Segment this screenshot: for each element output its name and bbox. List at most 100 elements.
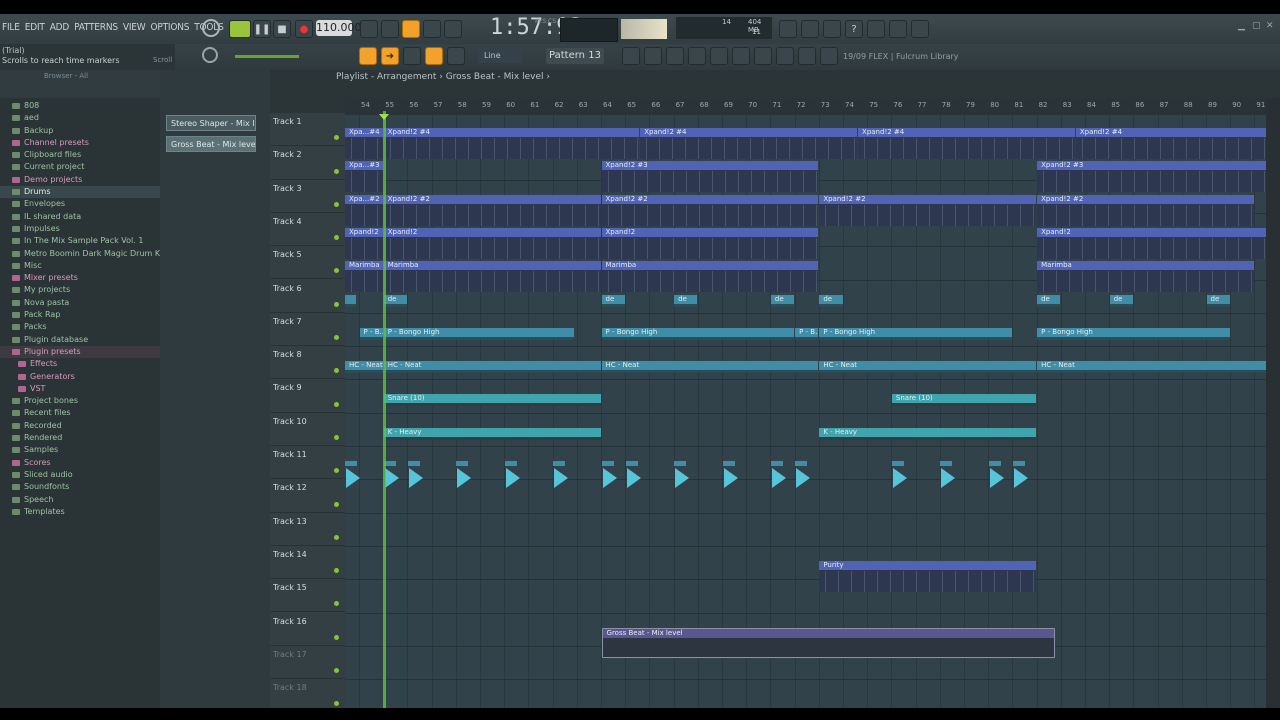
playlist-clip[interactable]: P - Bongo High [819, 327, 1012, 340]
playlist-clip[interactable]: de [383, 294, 407, 307]
playlist-clip[interactable]: P - B... [359, 327, 383, 340]
track-header[interactable]: Track 3 [270, 180, 345, 213]
trigger-play-icon[interactable] [675, 468, 690, 488]
browser-item[interactable]: Current project [0, 161, 160, 173]
pause-icon[interactable]: ❚❚ [253, 20, 271, 38]
track-mute-led-icon[interactable] [334, 468, 339, 474]
track-mute-led-icon[interactable] [334, 168, 339, 174]
playlist-clip[interactable]: Marimba [601, 261, 819, 293]
playlist-clip[interactable]: Xpa...#2 [345, 194, 383, 226]
browser-item[interactable]: Envelopes [0, 198, 160, 210]
playlist-clip[interactable]: HC - Neat [601, 361, 819, 374]
browser-item[interactable]: Speech [0, 494, 160, 506]
playlist-clip[interactable]: Marimba [383, 261, 601, 293]
plug-icon[interactable] [754, 47, 772, 65]
pitch-knob-icon[interactable] [202, 47, 218, 63]
trigger-play-icon[interactable] [505, 468, 520, 488]
playlist-clip[interactable]: Purity [819, 560, 1037, 592]
browser-item[interactable]: IL shared data [0, 211, 160, 223]
browser-item[interactable]: Samples [0, 444, 160, 456]
trigger-play-icon[interactable] [941, 468, 956, 488]
trigger-clip-head[interactable] [795, 461, 808, 466]
playlist-clip[interactable]: Xpand!2 #4 [1075, 128, 1266, 159]
trigger-clip-head[interactable] [553, 461, 566, 466]
step-edit-icon[interactable] [423, 20, 441, 38]
browser-item[interactable]: Plugin database [0, 334, 160, 346]
track-header[interactable]: Track 16 [270, 613, 345, 646]
browser-item[interactable]: Clipboard files [0, 149, 160, 161]
track-header[interactable]: Track 7 [270, 313, 345, 347]
playlist-clip[interactable]: Xpand!2 #2 [819, 194, 1037, 226]
browser-item[interactable]: VST [0, 383, 160, 395]
playlist-clip[interactable]: Snare (10) [891, 394, 1037, 407]
trigger-clip-head[interactable] [625, 461, 638, 466]
playlist-clip[interactable]: Xpand!2 [383, 227, 601, 259]
trigger-clip-head[interactable] [345, 461, 357, 466]
track-header[interactable]: Track 17 [270, 646, 345, 680]
playlist-clip[interactable] [345, 294, 357, 307]
track-header[interactable]: Track 14 [270, 546, 345, 580]
browser-item[interactable]: Mixer presets [0, 272, 160, 284]
browser-item[interactable]: Pack Rap [0, 309, 160, 321]
browser-item[interactable]: Recorded [0, 420, 160, 432]
track-mute-led-icon[interactable] [334, 501, 339, 507]
track-mute-led-icon[interactable] [334, 601, 339, 607]
trigger-clip-head[interactable] [1012, 461, 1025, 466]
track-mute-led-icon[interactable] [334, 434, 339, 440]
link-icon[interactable] [425, 47, 443, 65]
track-header[interactable]: Track 2 [270, 146, 345, 180]
track-header[interactable]: Track 13 [270, 513, 345, 546]
playlist-clip[interactable]: HC - Neat [1037, 361, 1266, 374]
snap-select[interactable]: Line [478, 49, 522, 63]
vertical-scrollbar[interactable] [1266, 98, 1280, 708]
track-header[interactable]: Track 10 [270, 413, 345, 446]
playlist-clip[interactable]: de [1037, 294, 1061, 307]
flex-library-label[interactable]: 19/09 FLEX | Fulcrum Library [843, 52, 959, 61]
playhead[interactable] [383, 111, 386, 708]
countdown-icon[interactable] [402, 20, 420, 38]
pattern-select[interactable]: Pattern 13 [546, 48, 604, 64]
browser-item[interactable]: In The Mix Sample Pack Vol. 1 [0, 235, 160, 247]
playlist-clip[interactable]: Gross Beat - Mix level [601, 627, 1056, 658]
playlist-clip[interactable]: de [674, 294, 698, 307]
track-mute-led-icon[interactable] [334, 201, 339, 207]
track-mute-led-icon[interactable] [334, 135, 339, 141]
browser-item[interactable]: Impulses [0, 223, 160, 235]
menu-item-options[interactable]: OPTIONS [150, 22, 189, 33]
browser-item[interactable]: 808 [0, 100, 160, 112]
trigger-play-icon[interactable] [408, 468, 423, 488]
browser-item[interactable]: Drums [0, 186, 160, 199]
playlist-clip[interactable]: Xpand!2 #2 [1037, 194, 1254, 226]
playlist-clip[interactable]: HC - Neat [345, 361, 383, 374]
track-header[interactable]: Track 5 [270, 246, 345, 280]
stop-icon[interactable]: ■ [273, 20, 291, 38]
playlist-clip[interactable]: Xpand!2 #4 [383, 128, 640, 159]
trigger-clip-head[interactable] [674, 461, 687, 466]
browser-icon[interactable] [710, 47, 728, 65]
playhead-marker-icon[interactable] [379, 114, 389, 120]
playlist-clip[interactable]: Xpand!2 #2 [383, 194, 601, 226]
trigger-clip-head[interactable] [940, 461, 953, 466]
trigger-play-icon[interactable] [723, 468, 738, 488]
playlist-clip[interactable]: Xpand!2 #3 [1037, 161, 1266, 193]
playlist-clip[interactable]: Xpand!2 #4 [640, 128, 858, 159]
browser-item[interactable]: Demo projects [0, 174, 160, 186]
master-volume-slider[interactable] [235, 55, 299, 58]
trigger-play-icon[interactable] [602, 468, 617, 488]
playlist-grid[interactable]: Xpa...#4 Xpand!2 #4 Xpand!2 #4 Xpand!2 #4 Xp… [345, 115, 1266, 708]
playlist-clip[interactable]: P - Bongo High [1037, 327, 1230, 340]
playlist-clip[interactable]: K - Heavy [383, 427, 601, 440]
stamp-icon[interactable] [447, 47, 465, 65]
playlist-clip[interactable]: P - Bongo High [383, 327, 574, 340]
browser-item[interactable]: Nova pasta [0, 297, 160, 309]
mic-icon[interactable] [823, 20, 841, 38]
track-header[interactable]: Track 12 [270, 479, 345, 513]
playlist-clip[interactable]: Xpand!2 [1037, 227, 1266, 259]
browser-item[interactable]: Soundfonts [0, 481, 160, 493]
track-mute-led-icon[interactable] [334, 301, 339, 307]
playlist-clip[interactable]: Xpand!2 #2 [601, 194, 819, 226]
playlist-clip[interactable]: P - Bongo High [601, 327, 795, 340]
track-header[interactable]: Track 1 [270, 113, 345, 147]
master-knob-icon[interactable] [202, 19, 220, 37]
browser-item[interactable]: Scores [0, 457, 160, 469]
